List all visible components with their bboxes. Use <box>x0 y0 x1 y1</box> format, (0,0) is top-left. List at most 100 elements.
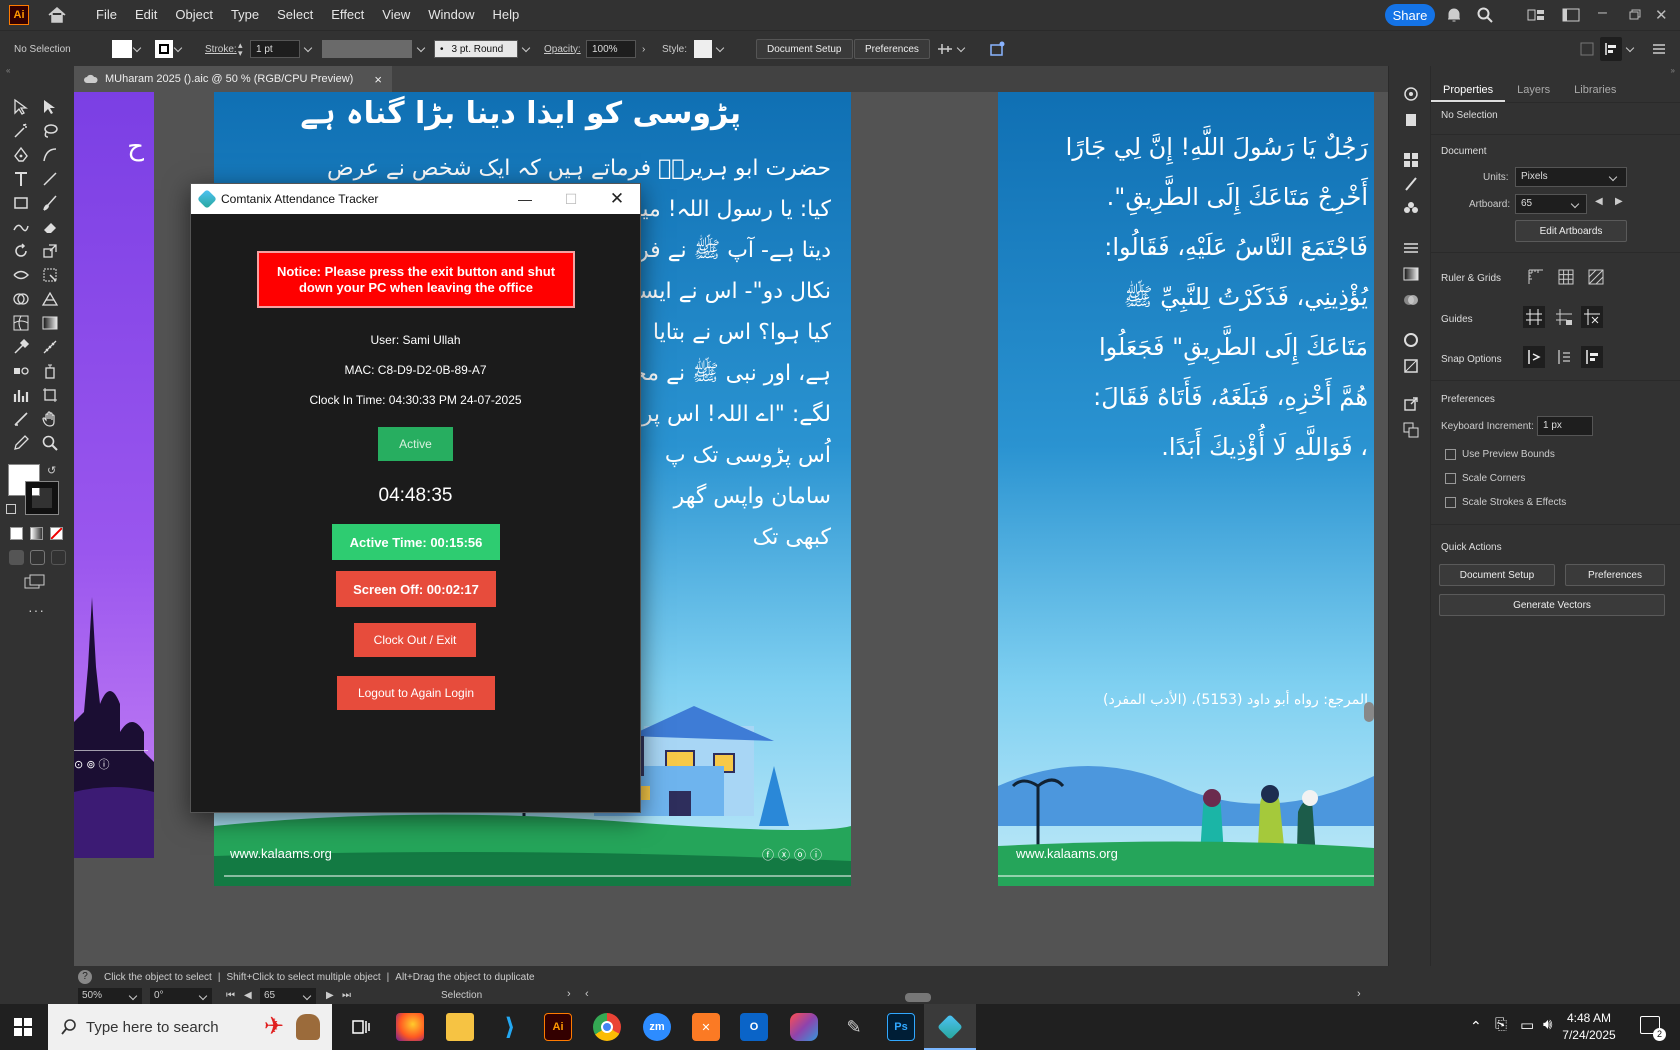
first-artboard-icon[interactable]: ⏮ <box>226 990 235 1001</box>
workspace-icon[interactable] <box>1562 6 1580 24</box>
artboard-navigator[interactable]: 65 <box>260 988 316 1004</box>
taskbar-clock[interactable]: 4:48 AM 7/24/2025 <box>1555 1010 1623 1044</box>
quick-preferences-button[interactable]: Preferences <box>1565 564 1665 586</box>
network-tray-icon[interactable]: ⎘ <box>1495 1016 1507 1033</box>
artboard-right[interactable]: رَجُلٌ يَا رَسُولَ اللَّهِ! إِنَّ لِي جَ… <box>998 92 1374 886</box>
menu-window[interactable]: Window <box>419 0 483 30</box>
rectangle-tool-icon[interactable] <box>12 194 30 212</box>
next-artboard-icon[interactable]: ▶ <box>1615 196 1623 207</box>
collapse-panel-icon[interactable]: » <box>1431 66 1680 75</box>
variable-width-control[interactable] <box>322 40 428 58</box>
curvature-tool-icon[interactable] <box>41 146 59 164</box>
symbol-sprayer-tool-icon[interactable] <box>41 362 59 380</box>
slice-tool-icon[interactable] <box>12 410 30 428</box>
color-mode-icon[interactable] <box>10 527 23 540</box>
transparency-grid-icon[interactable] <box>1587 268 1605 289</box>
clock-out-button[interactable]: Clock Out / Exit <box>354 623 476 657</box>
firefox-icon[interactable] <box>396 1013 424 1041</box>
document-icon[interactable] <box>1403 112 1419 131</box>
illustrator-logo[interactable]: Ai <box>9 5 29 25</box>
lasso-tool-icon[interactable] <box>41 122 59 140</box>
screen-mode-icon[interactable] <box>24 574 46 590</box>
chevron-right-icon[interactable]: › <box>642 44 645 55</box>
line-segment-tool-icon[interactable] <box>41 170 59 188</box>
illustrator-taskbar-icon[interactable]: Ai <box>544 1013 572 1041</box>
none-mode-icon[interactable] <box>50 527 63 540</box>
fill-control[interactable] <box>112 40 144 58</box>
menu-help[interactable]: Help <box>483 0 528 30</box>
search-icon[interactable] <box>1476 6 1494 24</box>
xampp-icon[interactable]: ✕ <box>692 1013 720 1041</box>
rotate-tool-icon[interactable] <box>12 242 30 260</box>
scroll-left-icon[interactable]: ‹ <box>585 988 589 1000</box>
bell-icon[interactable] <box>1445 6 1463 24</box>
windows-start-icon[interactable] <box>14 1018 32 1039</box>
rulers-icon[interactable] <box>1527 268 1545 289</box>
horizontal-scrollbar-thumb[interactable] <box>905 993 931 1002</box>
pen-app-icon[interactable]: ✎ <box>840 1013 868 1041</box>
export-icon[interactable] <box>1403 396 1419 415</box>
restore-icon[interactable] <box>1626 6 1644 24</box>
menu-select[interactable]: Select <box>268 0 322 30</box>
draw-normal-icon[interactable] <box>9 550 24 565</box>
last-artboard-icon[interactable]: ⏭ <box>342 990 351 1001</box>
share-button[interactable]: Share <box>1385 4 1435 26</box>
home-icon[interactable] <box>47 5 67 25</box>
chevron-down-icon[interactable] <box>416 40 428 58</box>
paintbrush-tool-icon[interactable] <box>41 194 59 212</box>
chevron-down-icon[interactable] <box>521 40 533 58</box>
rotation-field[interactable]: 0° <box>150 988 212 1004</box>
default-colors-icon[interactable] <box>6 504 16 514</box>
graphic-styles-icon[interactable] <box>1403 358 1419 377</box>
pencil-tool-icon[interactable] <box>12 434 30 452</box>
logout-button[interactable]: Logout to Again Login <box>337 676 495 710</box>
keyboard-increment-field[interactable]: 1 px <box>1537 416 1593 436</box>
selection-tool-icon[interactable] <box>12 98 30 116</box>
chevron-down-icon[interactable] <box>715 40 727 58</box>
chevron-down-icon[interactable] <box>303 40 315 58</box>
lock-guides-icon[interactable] <box>1553 306 1575 331</box>
chevron-down-icon[interactable] <box>173 40 185 58</box>
show-guides-icon[interactable] <box>1523 306 1545 328</box>
volume-tray-icon[interactable]: 🔊︎ <box>1543 1016 1552 1033</box>
close-tab-icon[interactable]: × <box>374 72 382 87</box>
minimize-icon[interactable]: – <box>1598 4 1616 22</box>
menu-effect[interactable]: Effect <box>322 0 373 30</box>
brush-field[interactable]: • 3 pt. Round <box>434 40 518 58</box>
menu-edit[interactable]: Edit <box>126 0 166 30</box>
arrange-documents-icon[interactable] <box>1527 6 1545 24</box>
vscode-icon[interactable]: ⟩ <box>496 1013 524 1041</box>
notification-icon[interactable]: 2 <box>1640 1016 1666 1041</box>
display-tray-icon[interactable]: ▭ <box>1520 1016 1534 1034</box>
grid-icon[interactable] <box>1557 268 1575 289</box>
minimize-icon[interactable]: — <box>502 184 548 214</box>
measure-tool-icon[interactable] <box>41 338 59 356</box>
use-preview-bounds-checkbox[interactable]: Use Preview Bounds <box>1445 449 1555 460</box>
snap-to-pixel-icon[interactable] <box>1581 346 1603 368</box>
zoom-app-icon[interactable]: zm <box>643 1013 671 1041</box>
status-menu-chevron-icon[interactable]: › <box>567 988 571 1000</box>
quick-document-setup-button[interactable]: Document Setup <box>1439 564 1555 586</box>
outlook-icon[interactable]: O <box>740 1013 768 1041</box>
chevron-down-icon[interactable] <box>1625 40 1637 58</box>
properties-panel-icon[interactable] <box>1403 86 1419 105</box>
style-control[interactable] <box>694 40 727 58</box>
stroke-weight-control[interactable]: ▴ ▾ 1 pt <box>238 40 315 58</box>
zoom-tool-icon[interactable] <box>41 434 59 452</box>
eraser-tool-icon[interactable] <box>41 218 59 236</box>
direct-selection-tool-icon[interactable] <box>41 98 59 116</box>
magic-wand-tool-icon[interactable] <box>12 122 30 140</box>
opacity-control[interactable]: 100% › <box>586 40 645 58</box>
preferences-button[interactable]: Preferences <box>854 39 930 59</box>
scale-corners-checkbox[interactable]: Scale Corners <box>1445 473 1525 484</box>
artboard-select[interactable]: 65 <box>1515 194 1587 214</box>
hand-tool-icon[interactable] <box>41 410 59 428</box>
file-explorer-icon[interactable] <box>446 1013 474 1041</box>
style-swatch[interactable] <box>694 40 712 58</box>
gradient-mode-icon[interactable] <box>30 527 43 540</box>
scale-tool-icon[interactable] <box>41 242 59 260</box>
transparency-panel-icon[interactable] <box>1403 292 1419 311</box>
artboard-tool-icon[interactable] <box>41 386 59 404</box>
menu-view[interactable]: View <box>373 0 419 30</box>
close-icon[interactable]: ✕ <box>594 184 640 214</box>
